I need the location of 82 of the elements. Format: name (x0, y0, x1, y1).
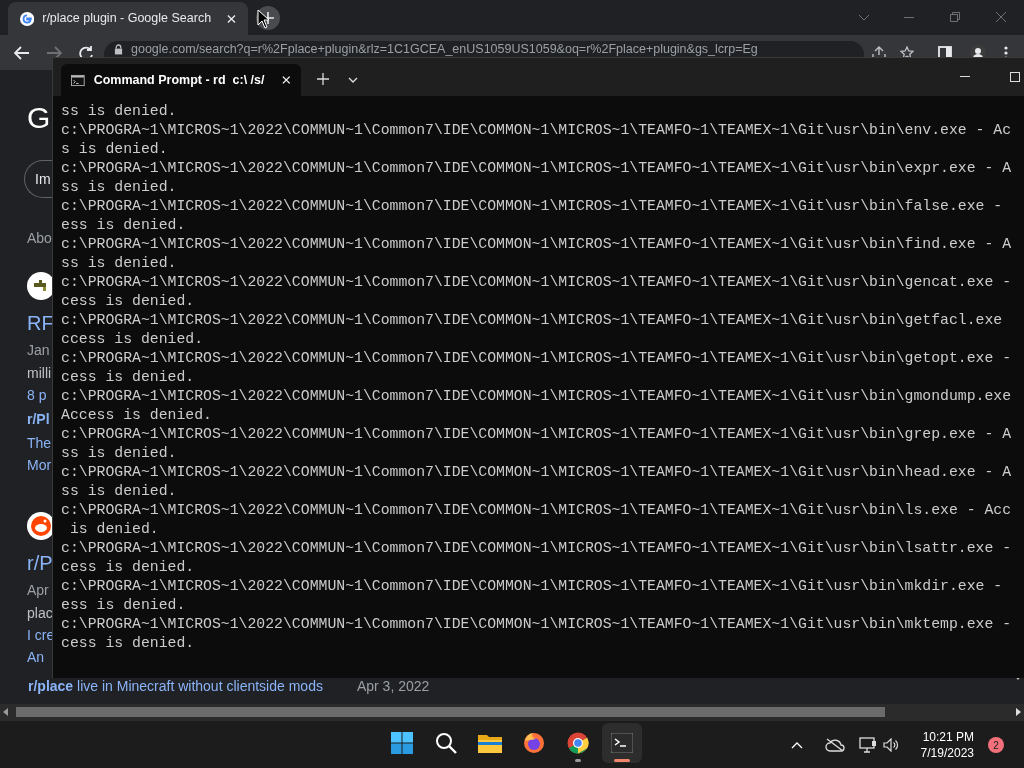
terminal-line: c:\PROGRA~1\MICROS~1\2022\COMMUN~1\Common7\IDE\COMMON~1\MICROS~1\TEAMFO~1\TEAMEX~1\Git\usr\bin\find.exe - A (61, 235, 1013, 254)
terminal-line: c:\PROGRA~1\MICROS~1\2022\COMMUN~1\Common7\IDE\COMMON~1\MICROS~1\TEAMFO~1\TEAMEX~1\Git\usr\bin\lsattr.exe - (61, 539, 1013, 558)
terminal-line: c:\PROGRA~1\MICROS~1\2022\COMMUN~1\Common7\IDE\COMMON~1\MICROS~1\TEAMFO~1\TEAMEX~1\Git\usr\bin\mkdir.exe - (61, 577, 1004, 596)
terminal-line: c:\PROGRA~1\MICROS~1\2022\COMMUN~1\Common7\IDE\COMMON~1\MICROS~1\TEAMFO~1\TEAMEX~1\Git\usr\bin\getopt.exe - (61, 349, 1013, 368)
result-title[interactable]: RF (27, 308, 54, 338)
result-snippet: milli (27, 364, 52, 383)
folder-icon (478, 733, 502, 753)
command-prompt-icon (71, 73, 85, 87)
taskbar-button[interactable] (602, 723, 642, 763)
terminal-line: cess is denied. (61, 292, 196, 311)
terminal-line: s is denied. (61, 140, 169, 159)
browser-tab[interactable]: r/place plugin - Google Search (8, 2, 248, 35)
plus-icon[interactable] (317, 73, 329, 85)
scroll-right-icon[interactable] (1016, 708, 1021, 716)
terminal-line: Access is denied. (61, 406, 213, 425)
terminal-line: ess is denied. (61, 216, 187, 235)
results-count: Abo (27, 229, 52, 248)
result-date: Apr (27, 581, 49, 600)
terminal-line: cess is denied. (61, 368, 196, 387)
terminal-line: ss is denied. (61, 482, 178, 501)
clock[interactable]: 10:21 PM 7/19/2023 (920, 729, 974, 761)
chevron-up-icon[interactable] (790, 741, 803, 749)
terminal-line: ss is denied. (61, 444, 178, 463)
firefox-icon (523, 732, 545, 754)
terminal-line: c:\PROGRA~1\MICROS~1\2022\COMMUN~1\Common7\IDE\COMMON~1\MICROS~1\TEAMFO~1\TEAMEX~1\Git\usr\bin\expr.exe - A (61, 159, 1013, 178)
terminal-line: c:\PROGRA~1\MICROS~1\2022\COMMUN~1\Common7\IDE\COMMON~1\MICROS~1\TEAMFO~1\TEAMEX~1\Git\usr\bin\false.exe - (61, 197, 1004, 216)
scroll-left-icon[interactable] (3, 708, 8, 716)
cloud-off-icon[interactable] (824, 738, 845, 752)
terminal-tab[interactable]: Command Prompt - rd c:\ /s/ (61, 64, 301, 96)
notification-badge[interactable]: 2 (988, 737, 1004, 753)
result-link[interactable]: r/Pl (27, 406, 50, 432)
star-icon[interactable] (900, 45, 914, 60)
terminal-line: cess is denied. (61, 558, 196, 577)
terminal-line: ss is denied. (61, 178, 178, 197)
lock-icon (114, 43, 123, 55)
windows-icon (391, 732, 413, 754)
cursor-icon (257, 9, 270, 29)
tab-title: r/place plugin - Google Search (42, 10, 212, 28)
result-link[interactable]: An (27, 646, 45, 668)
network-icon[interactable] (858, 737, 877, 753)
result-date: Jan (27, 341, 50, 360)
result-link[interactable]: r/place live in Minecraft without clientside mods (28, 676, 323, 697)
clock-date: 7/19/2023 (920, 745, 974, 761)
terminal-line: c:\PROGRA~1\MICROS~1\2022\COMMUN~1\Common7\IDE\COMMON~1\MICROS~1\TEAMFO~1\TEAMEX~1\Git\usr\bin\env.exe - Ac (61, 121, 1013, 140)
terminal-line: ccess is denied. (61, 330, 205, 349)
url-text: google.com/search?q=r%2Fplace+plugin&rlz=1C1GCEA_enUS1059US1059&oq=r%2Fplace+plugin&gs_lcrp=Eg (131, 41, 758, 57)
scrollbar-thumb[interactable] (16, 707, 885, 717)
forward-arrow-icon[interactable] (46, 45, 62, 60)
result-link[interactable]: The (27, 432, 52, 454)
terminal-line: c:\PROGRA~1\MICROS~1\2022\COMMUN~1\Common7\IDE\COMMON~1\MICROS~1\TEAMFO~1\TEAMEX~1\Git\usr\bin\head.exe - A (61, 463, 1013, 482)
search-icon (435, 732, 457, 754)
terminal-line: c:\PROGRA~1\MICROS~1\2022\COMMUN~1\Common7\IDE\COMMON~1\MICROS~1\TEAMFO~1\TEAMEX~1\Git\usr\bin\gmondump.exe (61, 387, 1013, 406)
terminal-line: c:\PROGRA~1\MICROS~1\2022\COMMUN~1\Common7\IDE\COMMON~1\MICROS~1\TEAMFO~1\TEAMEX~1\Git\usr\bin\grep.exe - A (61, 425, 1013, 444)
clock-time: 10:21 PM (922, 729, 974, 745)
terminal-line: c:\PROGRA~1\MICROS~1\2022\COMMUN~1\Common7\IDE\COMMON~1\MICROS~1\TEAMFO~1\TEAMEX~1\Git\usr\bin\mktemp.exe - (61, 615, 1013, 634)
terminal-icon (611, 733, 633, 753)
result-date: Apr 3, 2022 (356, 677, 430, 696)
terminal-line: c:\PROGRA~1\MICROS~1\2022\COMMUN~1\Common7\IDE\COMMON~1\MICROS~1\TEAMFO~1\TEAMEX~1\Git\usr\bin\gencat.exe - (61, 273, 1013, 292)
restore-icon[interactable] (950, 12, 960, 22)
google-icon (20, 10, 35, 27)
terminal-line: c:\PROGRA~1\MICROS~1\2022\COMMUN~1\Common7\IDE\COMMON~1\MICROS~1\TEAMFO~1\TEAMEX~1\Git\usr\bin\getfacl.exe (61, 311, 1004, 330)
terminal-line: is denied. (68, 520, 160, 539)
tab-title: Command Prompt - rd c:\ /s/ (93, 71, 265, 89)
back-arrow-icon[interactable] (14, 45, 30, 60)
terminal-line: ss is denied. (61, 102, 178, 121)
terminal-line: c:\PROGRA~1\MICROS~1\2022\COMMUN~1\Common7\IDE\COMMON~1\MICROS~1\TEAMFO~1\TEAMEX~1\Git\usr\bin\ls.exe - Acc (61, 501, 1013, 520)
address-bar[interactable]: google.com/search?q=r%2Fplace+plugin&rlz=1C1GCEA_enUS1059US1059&oq=r%2Fplace+plugin&gs_lcrp=Eg (104, 41, 864, 57)
result-link[interactable]: 8 p (27, 384, 47, 406)
maximize-icon[interactable] (1010, 72, 1020, 82)
faucet-icon (27, 272, 55, 300)
terminal-line: ss is denied. (61, 254, 178, 273)
horizontal-scrollbar[interactable] (0, 704, 1024, 720)
reddit-icon (27, 512, 55, 540)
logo-text: G (27, 100, 51, 136)
result-link[interactable]: Mor (27, 454, 52, 476)
running-indicator (614, 759, 630, 762)
result-snippet: plac (27, 604, 53, 623)
terminal-line: cess is denied. (61, 634, 196, 653)
terminal-line: ess is denied. (61, 596, 187, 615)
chrome-icon (567, 732, 589, 754)
volume-icon[interactable] (882, 738, 899, 752)
result-title[interactable]: r/P (27, 548, 53, 578)
